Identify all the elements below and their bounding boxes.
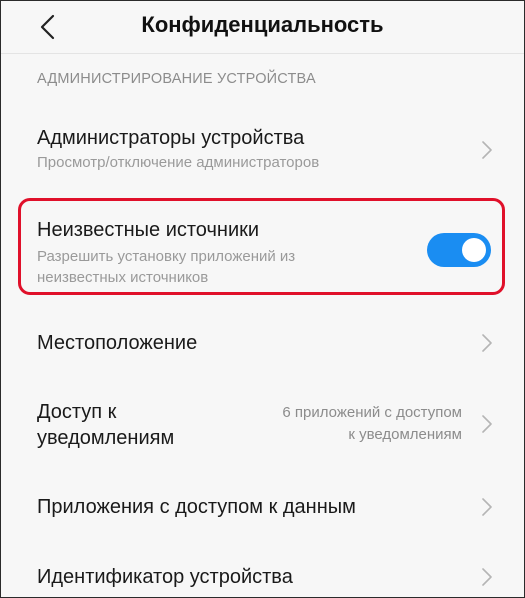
- notification-access-row[interactable]: Доступ к уведомлениям 6 приложений с дос…: [1, 381, 524, 465]
- notification-access-title-line2: уведомлениям: [37, 427, 175, 449]
- page-title: Конфиденциальность: [141, 12, 384, 37]
- notification-access-title-line1: Доступ к: [37, 401, 117, 423]
- device-admins-row[interactable]: Администраторы устройства Просмотр/отклю…: [1, 113, 524, 189]
- notification-access-value-line2: к уведомлениям: [348, 426, 462, 443]
- top-bar: Конфиденциальность: [1, 1, 524, 53]
- location-title: Местоположение: [37, 332, 198, 354]
- chevron-right-icon: [480, 496, 494, 518]
- device-id-title: Идентификатор устройства: [37, 566, 293, 588]
- notification-access-value-line1: 6 приложений с доступом: [282, 404, 462, 421]
- device-admins-subtitle: Просмотр/отключение администраторов: [37, 154, 320, 171]
- data-access-apps-title: Приложения с доступом к данным: [37, 496, 356, 518]
- settings-screen: Конфиденциальность АДМИНИСТРИРОВАНИЕ УСТ…: [0, 0, 525, 598]
- header-divider: [1, 53, 524, 54]
- section-label: АДМИНИСТРИРОВАНИЕ УСТРОЙСТВА: [37, 71, 316, 87]
- device-admins-title: Администраторы устройства: [37, 127, 305, 149]
- device-id-row[interactable]: Идентификатор устройства: [1, 547, 524, 597]
- chevron-right-icon: [480, 332, 494, 354]
- chevron-right-icon: [480, 413, 494, 435]
- chevron-right-icon: [480, 566, 494, 588]
- location-row[interactable]: Местоположение: [1, 311, 524, 373]
- chevron-right-icon: [480, 139, 494, 161]
- highlight-frame: [18, 198, 505, 295]
- data-access-apps-row[interactable]: Приложения с доступом к данным: [1, 477, 524, 539]
